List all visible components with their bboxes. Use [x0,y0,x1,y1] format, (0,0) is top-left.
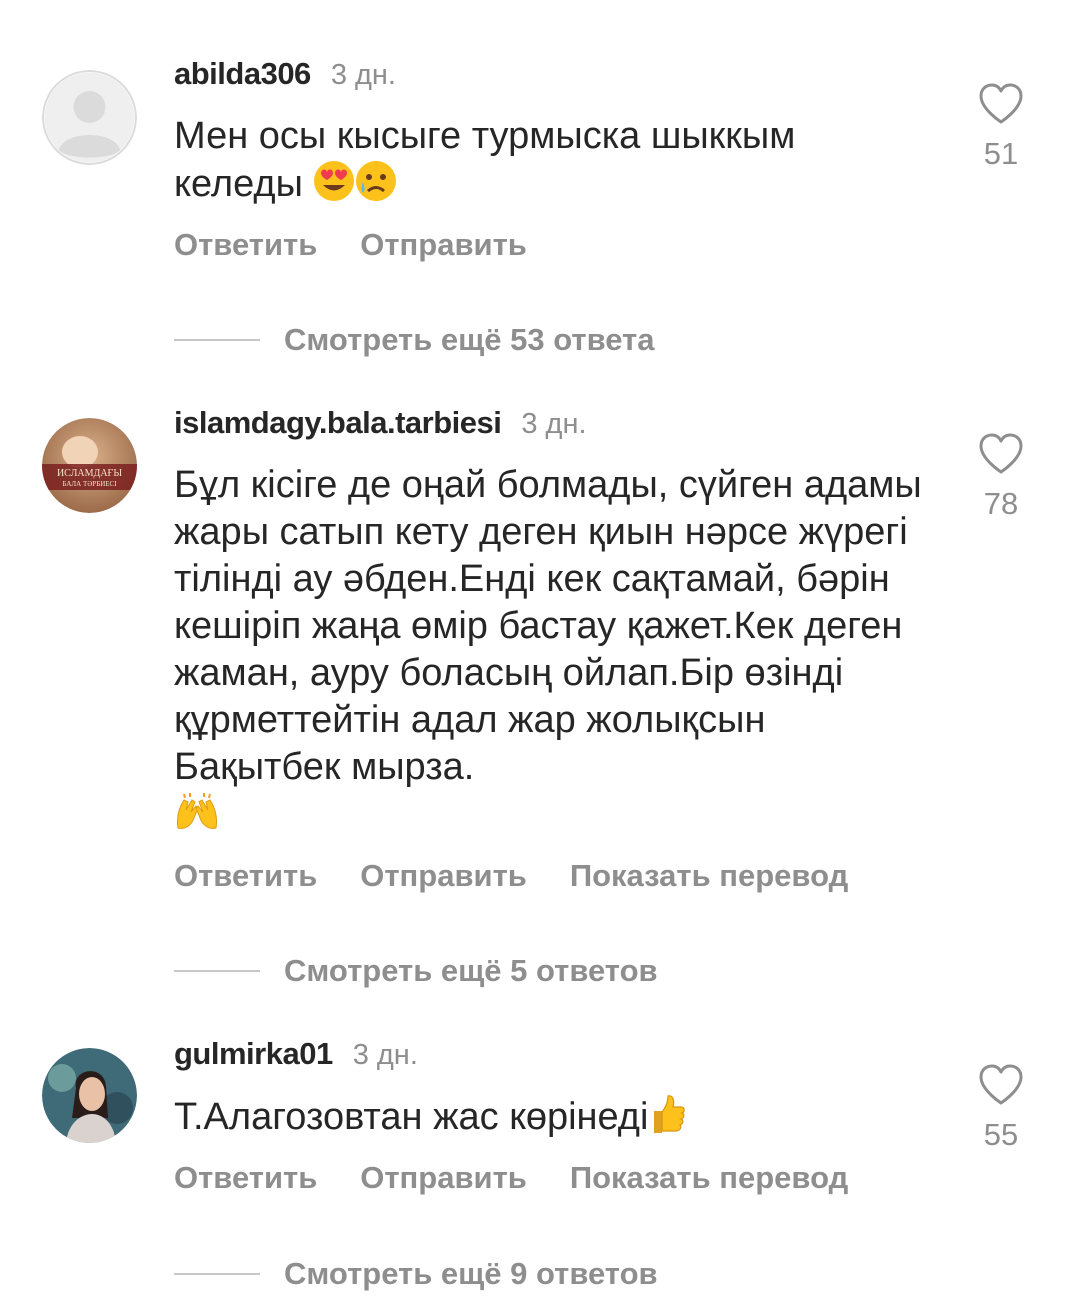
thumbs-up-emoji-icon [648,1093,686,1147]
send-button[interactable]: Отправить [360,227,527,263]
comment-header: islamdagy.bala.tarbiesi 3 дн. [174,405,587,441]
username[interactable]: abilda306 [174,56,311,92]
view-replies-button[interactable]: Смотреть ещё 5 ответов [174,953,658,989]
show-translation-button[interactable]: Показать перевод [570,1160,848,1196]
send-button[interactable]: Отправить [360,858,527,894]
raising-hands-emoji-icon [174,792,220,844]
username[interactable]: gulmirka01 [174,1036,333,1072]
view-replies-button[interactable]: Смотреть ещё 53 ответа [174,322,654,358]
divider-line [174,1273,260,1275]
view-replies-label[interactable]: Смотреть ещё 53 ответа [284,322,654,358]
like-control: 51 [975,82,1027,172]
show-translation-button[interactable]: Показать перевод [570,858,848,894]
comment-text: Т.Алагозовтан жас көрінеді [174,1093,934,1147]
view-replies-label[interactable]: Смотреть ещё 5 ответов [284,953,658,989]
timestamp: 3 дн. [330,59,396,91]
avatar[interactable]: ИСЛАМДАҒЫ БАЛА ТӘРБИЕСІ [42,418,137,513]
avatar-photo-icon [42,1048,137,1143]
avatar-image-icon: ИСЛАМДАҒЫ БАЛА ТӘРБИЕСІ [42,418,137,513]
divider-line [174,339,260,341]
crying-face-emoji-icon [355,160,397,214]
username[interactable]: islamdagy.bala.tarbiesi [174,405,502,441]
avatar[interactable] [42,1048,137,1143]
view-replies-label[interactable]: Смотреть ещё 9 ответов [284,1256,658,1292]
heart-icon[interactable] [977,432,1025,476]
like-count: 51 [983,136,1019,171]
comment-actions: Ответить Отправить [174,227,570,263]
reply-button[interactable]: Ответить [174,1160,317,1196]
reply-button[interactable]: Ответить [174,227,317,263]
like-control: 78 [975,432,1027,522]
like-control: 55 [975,1063,1027,1153]
avatar-text: ИСЛАМДАҒЫ [57,468,122,479]
like-count: 78 [983,486,1019,521]
like-count: 55 [983,1117,1019,1152]
heart-eyes-emoji-icon [313,160,355,214]
comment-text: Мен осы кысыге турмыска шыккым келеды [174,113,934,214]
comment-header: gulmirka01 3 дн. [174,1036,418,1072]
comment-header: abilda306 3 дн. [174,56,396,92]
reply-button[interactable]: Ответить [174,858,317,894]
comment-actions: Ответить Отправить Показать перевод [174,858,891,894]
avatar-text: БАЛА ТӘРБИЕСІ [62,480,117,488]
timestamp: 3 дн. [521,408,587,440]
send-button[interactable]: Отправить [360,1160,527,1196]
heart-icon[interactable] [977,82,1025,126]
divider-line [174,970,260,972]
avatar-placeholder[interactable] [42,70,137,165]
timestamp: 3 дн. [352,1039,418,1071]
default-avatar-icon [42,70,137,165]
view-replies-button[interactable]: Смотреть ещё 9 ответов [174,1256,658,1292]
comment-actions: Ответить Отправить Показать перевод [174,1160,891,1196]
heart-icon[interactable] [977,1063,1025,1107]
comment-text: Бұл кісіге де оңай болмады, сүйген адамы… [174,462,934,844]
